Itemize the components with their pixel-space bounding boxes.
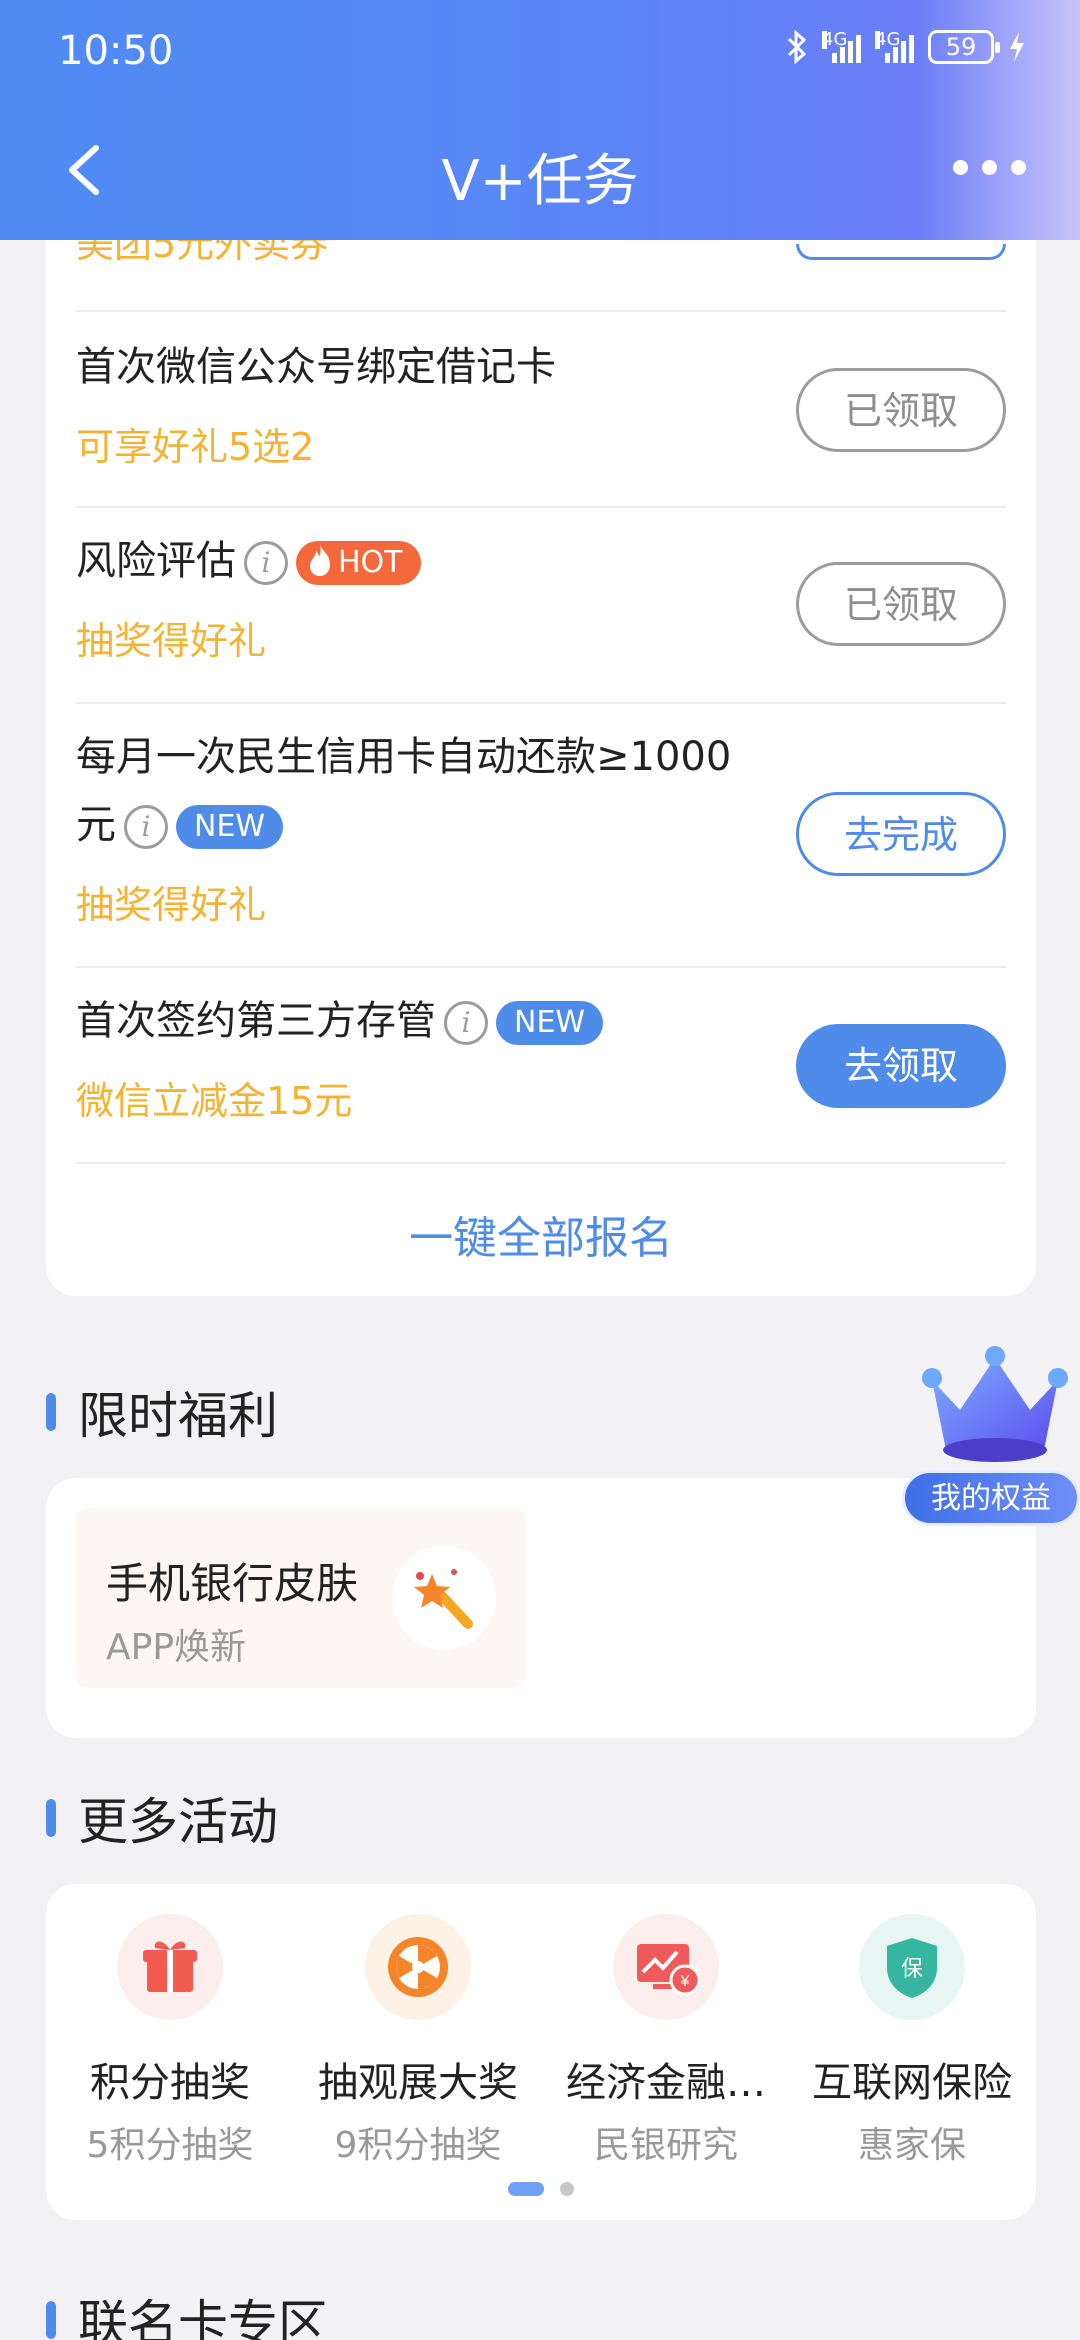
signup-all-button[interactable]: 一键全部报名	[46, 1202, 1036, 1266]
activity-title: 经济金融…	[566, 2060, 766, 2106]
task-title: 风险评估 i HOT	[76, 528, 421, 594]
top-header: 10:50 4G 4G 59 V+任务	[0, 0, 1080, 240]
activity-subtitle: 9积分抽奖	[334, 2125, 502, 2166]
new-badge: NEW	[176, 805, 284, 849]
go-complete-button[interactable]: 去完成	[796, 792, 1006, 876]
activity-item[interactable]: 积分抽奖 5积分抽奖	[46, 1914, 294, 2168]
info-icon[interactable]: i	[124, 805, 168, 849]
more-menu-button[interactable]	[953, 160, 1026, 175]
status-time: 10:50	[58, 28, 174, 74]
task-row: 风险评估 i HOT 抽奖得好礼 已领取	[76, 506, 1006, 702]
task-row: 首次微信公众号绑定借记卡 可享好礼5选2 已领取	[76, 310, 1006, 506]
status-icons: 4G 4G 59	[786, 30, 1026, 64]
task-button-partial[interactable]	[796, 244, 1006, 260]
svg-text:保: 保	[901, 1957, 923, 1982]
activities-card: 积分抽奖 5积分抽奖 抽观展大奖 9积分抽奖 ¥ 经济金融… 民银研究 保 互联…	[46, 1884, 1036, 2220]
task-row: 首次签约第三方存管 i NEW 微信立减金15元 去领取	[76, 966, 1006, 1162]
activity-title: 互联网保险	[812, 2060, 1012, 2106]
activity-item[interactable]: 保 互联网保险 惠家保	[788, 1914, 1036, 2168]
section-title: 更多活动	[78, 1793, 278, 1851]
activity-subtitle: 民银研究	[593, 2125, 738, 2166]
wheel-icon	[365, 1914, 471, 2020]
claimed-button[interactable]: 已领取	[796, 368, 1006, 452]
activity-subtitle: 惠家保	[857, 2125, 966, 2166]
gift-icon	[117, 1914, 223, 2020]
svg-text:¥: ¥	[680, 1973, 690, 1990]
task-subtitle: 抽奖得好礼	[76, 619, 267, 663]
task-title: 首次微信公众号绑定借记卡	[76, 344, 556, 390]
network-label-2: 4G	[875, 29, 901, 50]
task-title: 首次签约第三方存管 i NEW	[76, 988, 604, 1054]
section-accent-bar	[46, 2301, 56, 2339]
task-title-text: 风险评估	[76, 538, 236, 584]
shield-icon: 保	[859, 1914, 965, 2020]
info-icon[interactable]: i	[244, 541, 288, 585]
task-title-text: 首次签约第三方存管	[76, 998, 436, 1044]
task-subtitle: 抽奖得好礼	[76, 883, 267, 927]
skin-item[interactable]: 手机银行皮肤 APP焕新	[76, 1508, 526, 1688]
magic-wand-icon	[392, 1546, 496, 1650]
section-header-cobrand: 联名卡专区	[46, 2284, 328, 2340]
task-title-line2: 元	[76, 802, 116, 848]
chart-icon: ¥	[613, 1914, 719, 2020]
new-badge: NEW	[496, 1001, 604, 1045]
skin-title: 手机银行皮肤	[106, 1559, 359, 1608]
my-benefits-button[interactable]: 我的权益	[902, 1470, 1080, 1526]
section-header-welfare: 限时福利	[46, 1376, 278, 1448]
section-header-activities: 更多活动	[46, 1782, 278, 1854]
go-claim-button[interactable]: 去领取	[796, 1024, 1006, 1108]
activity-item[interactable]: ¥ 经济金融… 民银研究	[542, 1914, 790, 2168]
claimed-button[interactable]: 已领取	[796, 562, 1006, 646]
activity-item[interactable]: 抽观展大奖 9积分抽奖	[294, 1914, 542, 2168]
flame-icon	[310, 545, 330, 576]
bluetooth-icon	[787, 30, 807, 64]
section-accent-bar	[46, 1799, 56, 1837]
activity-title: 抽观展大奖	[318, 2060, 518, 2106]
signal-icon: 4G	[822, 31, 861, 63]
page-dot-active[interactable]	[508, 2182, 544, 2196]
info-icon[interactable]: i	[444, 1001, 488, 1045]
activity-subtitle: 5积分抽奖	[86, 2125, 254, 2166]
page-dot[interactable]	[560, 2182, 574, 2196]
task-title-line1: 每月一次民生信用卡自动还款≥1000	[76, 734, 732, 780]
task-title: 元 i NEW	[76, 792, 284, 858]
crown-icon[interactable]	[920, 1340, 1070, 1470]
skin-subtitle: APP焕新	[106, 1627, 247, 1668]
charging-icon	[1010, 32, 1024, 62]
welfare-card: 手机银行皮肤 APP焕新	[46, 1478, 1036, 1738]
task-row: 每月一次民生信用卡自动还款≥1000 元 i NEW 抽奖得好礼 去完成	[76, 702, 1006, 966]
page-indicator	[46, 2182, 1036, 2196]
signal-icon-2: 4G	[875, 31, 914, 63]
activity-title: 积分抽奖	[90, 2060, 250, 2106]
task-card: 美团5元外卖券 首次微信公众号绑定借记卡 可享好礼5选2 已领取 风险评估 i HO…	[46, 150, 1036, 1296]
section-title: 限时福利	[78, 1387, 278, 1445]
network-label: 4G	[822, 29, 848, 50]
section-accent-bar	[46, 1393, 56, 1431]
divider	[76, 1162, 1006, 1164]
task-subtitle: 微信立减金15元	[76, 1079, 353, 1123]
section-title: 联名卡专区	[78, 2295, 328, 2340]
hot-badge: HOT	[296, 541, 421, 585]
page-title: V+任务	[441, 149, 639, 214]
task-subtitle: 可享好礼5选2	[76, 425, 315, 469]
battery-icon: 59	[928, 30, 1000, 64]
hot-badge-label: HOT	[338, 545, 403, 580]
